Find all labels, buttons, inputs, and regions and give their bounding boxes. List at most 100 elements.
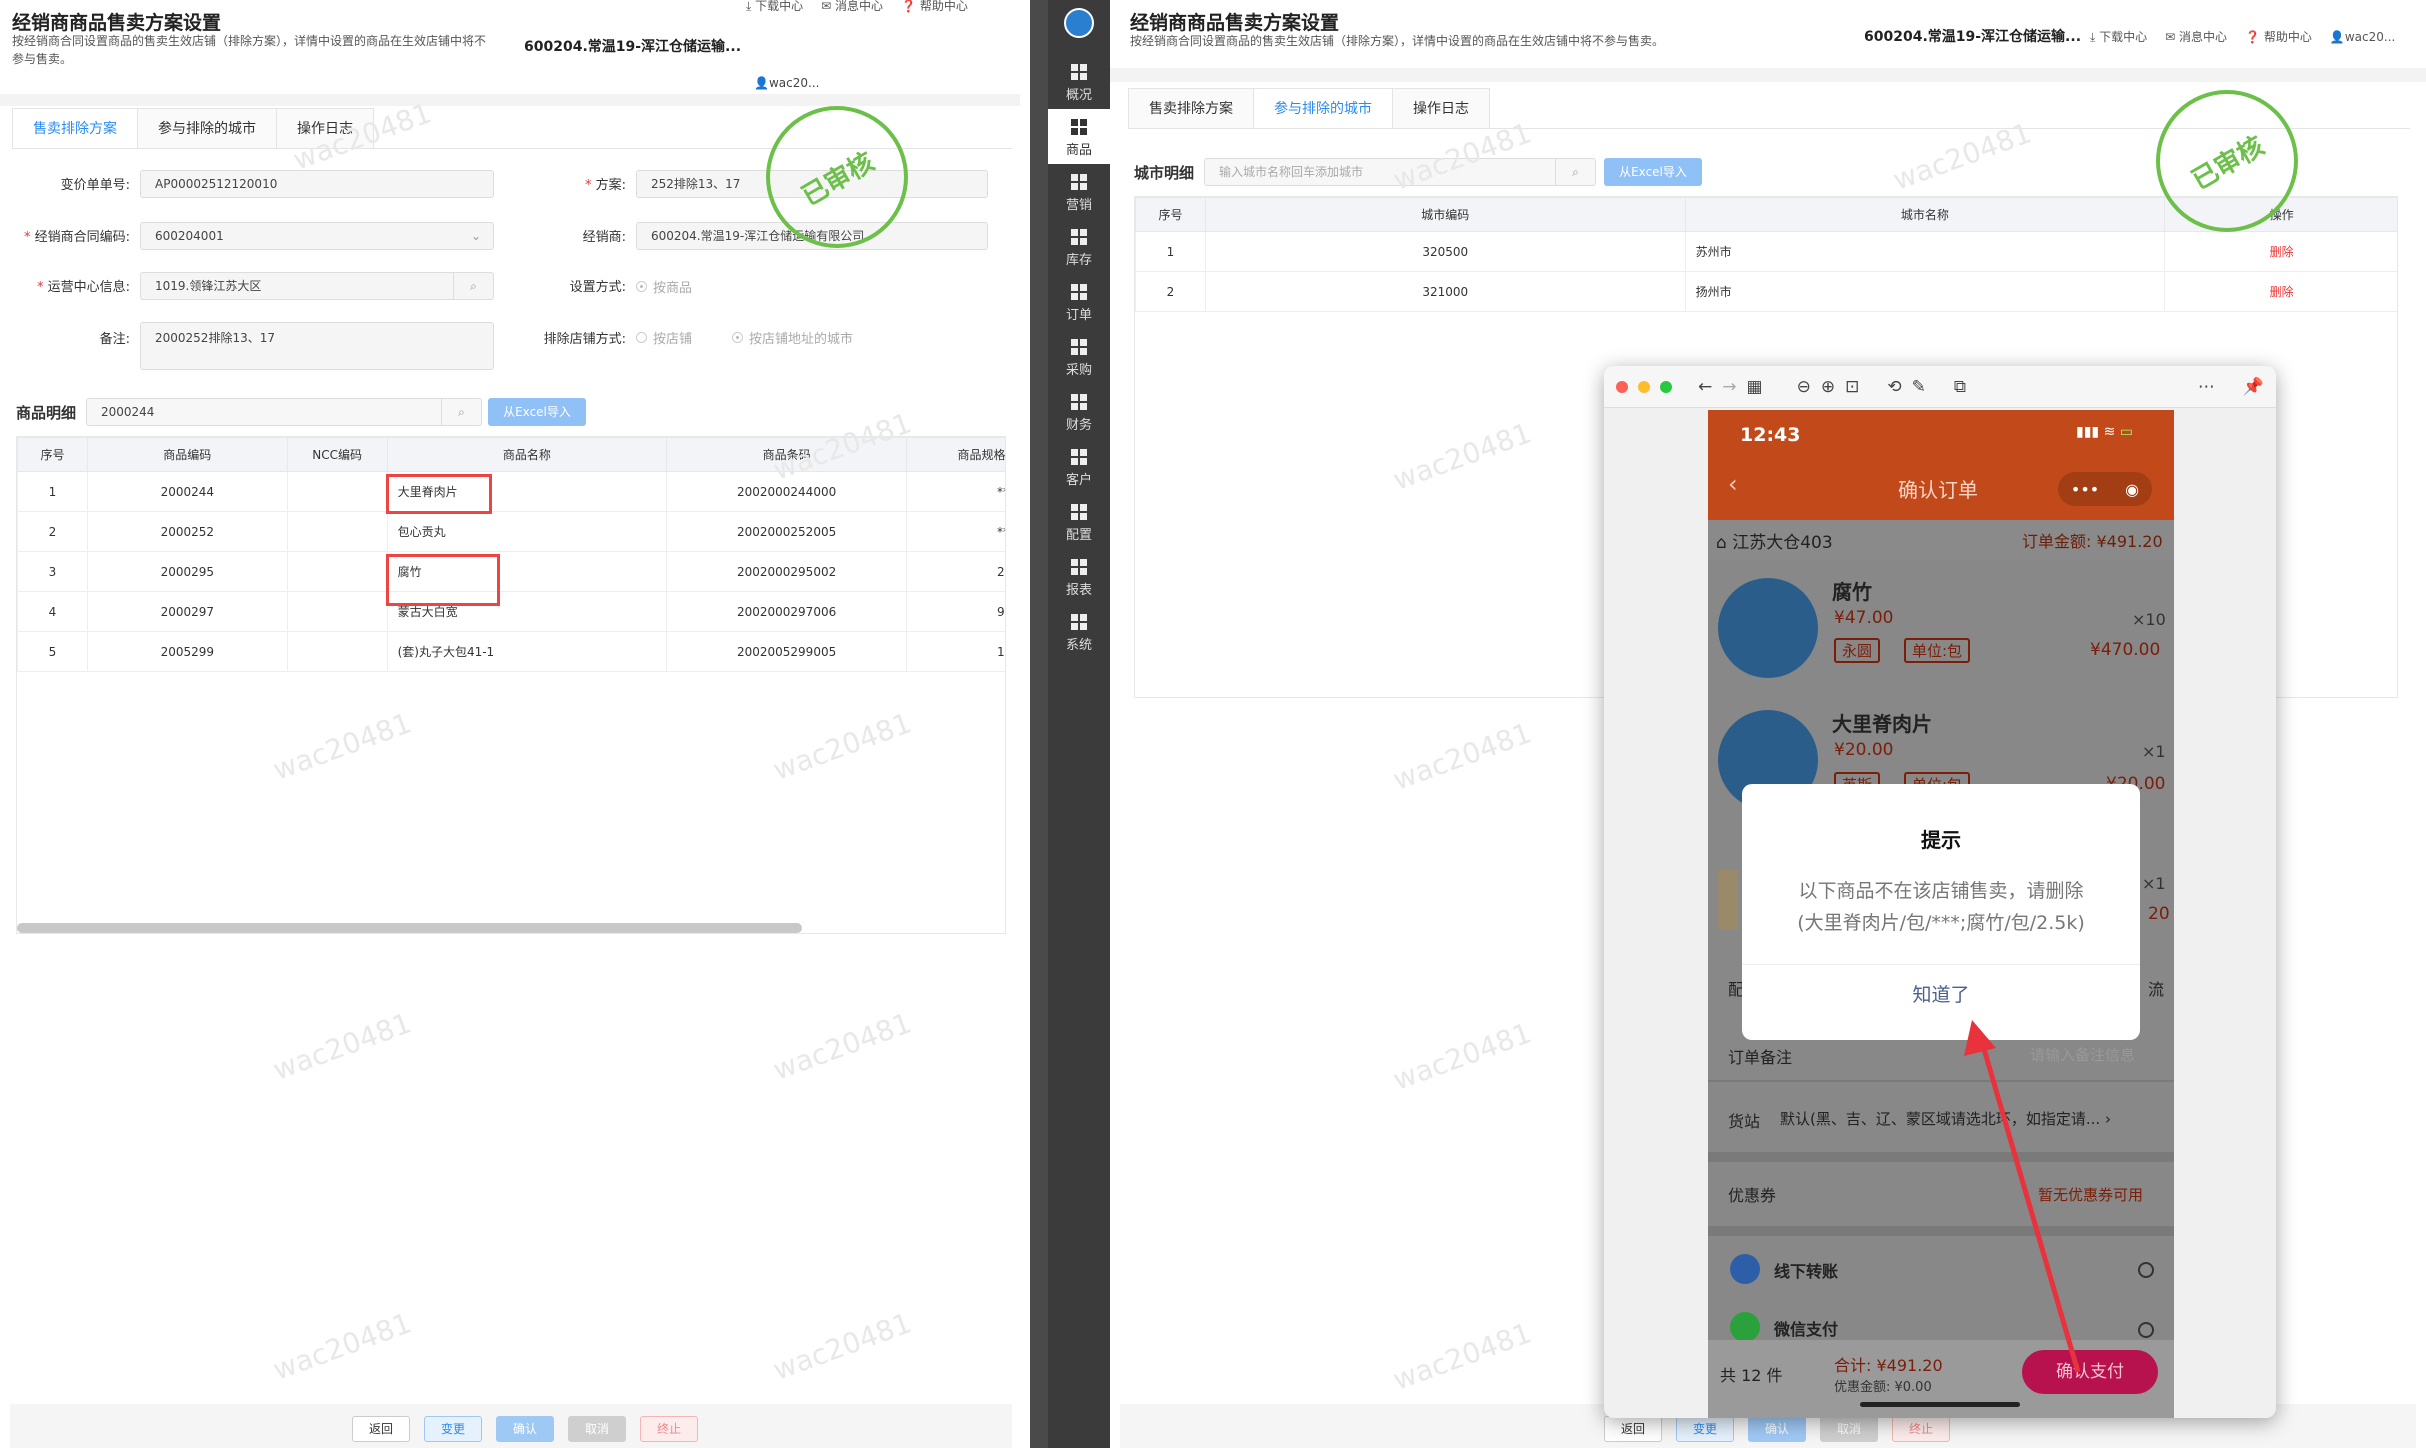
pay-wechat-label: 微信支付 xyxy=(1774,1320,1839,1339)
exclude-by-store[interactable]: 按店铺 xyxy=(636,328,692,347)
download-center-link[interactable]: ⤓ 下载中心 xyxy=(746,0,803,14)
table-cell xyxy=(286,511,388,552)
setting-mode-by-product[interactable]: 按商品 xyxy=(636,277,692,296)
table-row[interactable]: 22000252 包心贡丸2002000252005*** xyxy=(17,511,1005,552)
sidebar-item[interactable]: 财务 xyxy=(1048,384,1110,439)
table-cell: 2002000295002 xyxy=(666,551,907,592)
close-window-button[interactable] xyxy=(1616,380,1628,393)
user-name[interactable]: 👤wac20... xyxy=(754,76,819,90)
help-center-link[interactable]: ❓ 帮助中心 xyxy=(901,0,968,14)
copy-icon[interactable]: ⧉ xyxy=(1954,377,1966,397)
back-arrow-icon[interactable]: ← xyxy=(1698,377,1712,397)
nav-title: 确认订单 xyxy=(1898,478,1978,502)
nav-back-icon[interactable]: ‹ xyxy=(1728,470,1738,498)
delete-link[interactable]: 删除 xyxy=(2164,271,2397,312)
tab-cities[interactable]: 参与排除的城市 xyxy=(137,108,277,148)
message-center-link[interactable]: ✉ 消息中心 xyxy=(821,0,883,14)
change-button[interactable]: 变更 xyxy=(424,1416,482,1442)
edit-icon[interactable]: ✎ xyxy=(1912,377,1926,397)
contract-select[interactable]: 600204001 ⌄ xyxy=(140,222,494,250)
sidebar-item[interactable]: 报表 xyxy=(1048,549,1110,604)
terminate-button[interactable]: 终止 xyxy=(640,1416,698,1442)
sidebar-item[interactable]: 系统 xyxy=(1048,604,1110,659)
zoom-in-icon[interactable]: ⊕ xyxy=(1821,377,1835,397)
search-icon[interactable]: ⌕ xyxy=(1555,159,1595,185)
terminate-button[interactable]: 终止 xyxy=(1892,1416,1950,1442)
company-name[interactable]: 600204.常温19-浑江仓储运输... xyxy=(524,36,741,56)
dialog-ok-button[interactable]: 知道了 xyxy=(1742,980,2140,1007)
table-row[interactable]: 52005299 (套)丸子大包41-1200200529900510*2 xyxy=(17,631,1005,672)
sidebar-item[interactable]: 配置 xyxy=(1048,494,1110,549)
divider xyxy=(1708,1080,2174,1082)
alert-dialog: 提示 以下商品不在该店铺售卖，请删除 (大里脊肉片/包/***;腐竹/包/2.5… xyxy=(1742,784,2140,1040)
search-icon[interactable]: ⌕ xyxy=(441,399,481,425)
close-circle-icon[interactable]: ◉ xyxy=(2125,480,2139,499)
download-center-link[interactable]: ⤓ 下载中心 xyxy=(2090,28,2147,45)
price-change-no-field[interactable]: AP00002512120010 xyxy=(140,170,494,198)
confirm-button[interactable]: 确认 xyxy=(496,1416,554,1442)
ops-center-field[interactable]: 1019.领锋江苏大区 ⌕ xyxy=(140,272,494,300)
sidebar-item[interactable]: 营销 xyxy=(1048,164,1110,219)
user-icon: 👤 xyxy=(2329,29,2345,44)
item-logo xyxy=(1718,578,1818,678)
more-icon[interactable]: ⋯ xyxy=(2198,377,2215,397)
sidebar-item[interactable]: 商品 xyxy=(1048,109,1110,164)
sidebar-item-label: 库存 xyxy=(1065,253,1092,268)
change-button[interactable]: 变更 xyxy=(1676,1416,1734,1442)
excel-import-button[interactable]: 从Excel导入 xyxy=(1604,158,1702,186)
sidebar-item[interactable]: 客户 xyxy=(1048,439,1110,494)
table-cell xyxy=(286,591,388,632)
forward-arrow-icon[interactable]: → xyxy=(1722,377,1736,397)
message-center-link[interactable]: ✉ 消息中心 xyxy=(2165,28,2227,45)
pay-offline-radio[interactable] xyxy=(2138,1262,2154,1278)
cancel-button[interactable]: 取消 xyxy=(1820,1416,1878,1442)
delete-link[interactable]: 删除 xyxy=(2164,231,2397,272)
app-logo[interactable] xyxy=(1064,8,1094,38)
table-row[interactable]: 32000295腐竹20020002950022.5kg xyxy=(17,551,1005,592)
tab-sell-exclude[interactable]: 售卖排除方案 xyxy=(12,108,138,148)
back-button[interactable]: 返回 xyxy=(352,1416,410,1442)
table-cell: 1 xyxy=(1135,231,1206,272)
table-cell xyxy=(286,631,388,672)
table-row[interactable]: 42000297蒙古大白宽20020002970069.5kg xyxy=(17,591,1005,632)
fit-icon[interactable]: ⊡ xyxy=(1845,377,1859,397)
table-row[interactable]: 12000244大里脊肉片2002000244000*** xyxy=(17,471,1005,512)
confirm-button[interactable]: 确认 xyxy=(1748,1416,1806,1442)
sidebar-item[interactable]: 库存 xyxy=(1048,219,1110,274)
help-center-link[interactable]: ❓ 帮助中心 xyxy=(2245,28,2312,45)
table-cell: 2002000252005 xyxy=(666,511,907,552)
horizontal-scrollbar[interactable] xyxy=(17,923,802,933)
pay-wechat-radio[interactable] xyxy=(2138,1322,2154,1338)
status-time: 12:43 xyxy=(1740,424,1801,446)
table-cell: 2002005299005 xyxy=(666,631,907,672)
exclude-by-city[interactable]: 按店铺地址的城市 xyxy=(732,328,853,347)
minimize-window-button[interactable] xyxy=(1638,380,1650,393)
company-name[interactable]: 600204.常温19-浑江仓储运输... xyxy=(1864,26,2081,46)
grid-icon xyxy=(1048,119,1110,135)
sidebar-item[interactable]: 概况 xyxy=(1048,54,1110,109)
grid-icon[interactable]: ▦ xyxy=(1747,377,1763,397)
back-button[interactable]: 返回 xyxy=(1604,1416,1662,1442)
sidebar-item-label: 客户 xyxy=(1065,473,1092,488)
maximize-window-button[interactable] xyxy=(1660,380,1672,393)
cancel-button[interactable]: 取消 xyxy=(568,1416,626,1442)
more-icon[interactable]: ••• xyxy=(2071,480,2099,499)
sidebar-item[interactable]: 采购 xyxy=(1048,329,1110,384)
zoom-out-icon[interactable]: ⊖ xyxy=(1797,377,1811,397)
search-icon[interactable]: ⌕ xyxy=(453,273,493,299)
capsule-menu[interactable]: ••• ◉ xyxy=(2058,472,2152,506)
sidebar-item[interactable]: 订单 xyxy=(1048,274,1110,329)
tab-log[interactable]: 操作日志 xyxy=(1392,88,1490,128)
tab-cities[interactable]: 参与排除的城市 xyxy=(1253,88,1393,128)
sidebar-item-label: 配置 xyxy=(1065,528,1092,543)
table-header: 城市名称 xyxy=(1684,197,2166,232)
rotate-icon[interactable]: ⟲ xyxy=(1887,377,1901,397)
pin-icon[interactable]: 📌 xyxy=(2243,377,2264,397)
table-cell: 2005299 xyxy=(86,631,288,672)
remark-textarea[interactable]: 2000252排除13、17 xyxy=(140,322,494,370)
excel-import-button[interactable]: 从Excel导入 xyxy=(488,398,586,426)
tab-sell-exclude[interactable]: 售卖排除方案 xyxy=(1128,88,1254,128)
table-cell xyxy=(286,551,388,592)
product-search-input[interactable]: 2000244 ⌕ xyxy=(86,398,482,426)
user-menu[interactable]: 👤wac20... xyxy=(2330,30,2395,44)
